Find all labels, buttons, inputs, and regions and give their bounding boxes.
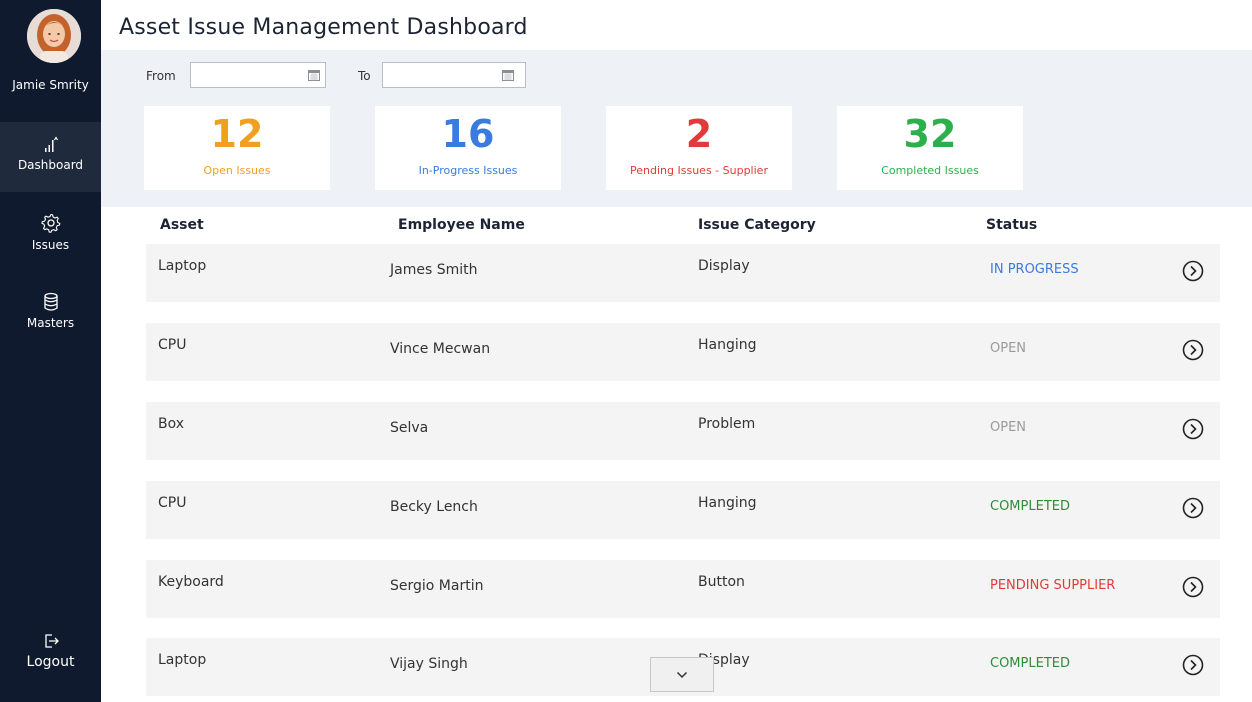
column-header-category: Issue Category [698,217,816,233]
bar-chart-icon [44,136,58,152]
from-date-input[interactable] [190,62,326,88]
chevron-circle-right-icon[interactable] [1182,418,1204,440]
logout-icon [44,634,59,648]
page-title: Asset Issue Management Dashboard [119,15,528,40]
cell-category: Problem [698,416,756,432]
stat-card-pending-supplier[interactable]: 2 Pending Issues - Supplier [606,106,792,190]
sidebar-item-label: Dashboard [17,158,84,172]
chevron-circle-right-icon[interactable] [1182,576,1204,598]
status-badge: IN PROGRESS [990,262,1079,277]
database-icon [43,292,58,311]
cell-category: Hanging [698,337,757,353]
stat-label: In-Progress Issues [418,164,518,177]
stat-label: Pending Issues - Supplier [630,164,768,177]
cell-employee: Becky Lench [390,499,478,515]
chevron-circle-right-icon[interactable] [1182,260,1204,282]
stat-card-completed[interactable]: 32 Completed Issues [837,106,1023,190]
calendar-icon[interactable] [502,69,514,81]
table-row[interactable]: Box Selva Problem OPEN [146,402,1220,460]
stat-value: 12 [210,112,264,156]
sidebar-item-dashboard[interactable]: Dashboard [0,122,101,192]
stat-value: 16 [441,112,495,156]
logout-label: Logout [26,654,75,670]
status-badge: COMPLETED [990,656,1070,671]
stat-label: Open Issues [203,164,271,177]
stat-card-open[interactable]: 12 Open Issues [144,106,330,190]
sidebar-item-label: Issues [31,238,70,252]
cell-category: Button [698,574,745,590]
column-header-status: Status [986,217,1038,233]
cell-asset: Keyboard [158,574,224,590]
status-badge: PENDING SUPPLIER [990,578,1116,593]
stat-card-in-progress[interactable]: 16 In-Progress Issues [375,106,561,190]
cell-employee: Sergio Martin [390,578,484,594]
cell-employee: Selva [390,420,429,436]
cell-category: Hanging [698,495,757,511]
cell-employee: James Smith [390,262,478,278]
stat-label: Completed Issues [881,164,979,177]
chevron-circle-right-icon[interactable] [1182,654,1204,676]
chevron-circle-right-icon[interactable] [1182,497,1204,519]
cell-asset: Box [158,416,185,432]
status-badge: COMPLETED [990,499,1070,514]
cell-asset: Laptop [158,652,207,668]
table-row[interactable]: Laptop James Smith Display IN PROGRESS [146,244,1220,302]
cell-asset: CPU [158,495,187,511]
stat-value: 2 [685,112,713,156]
table-row[interactable]: Keyboard Sergio Martin Button PENDING SU… [146,560,1220,618]
scroll-down-button[interactable] [650,657,714,692]
cell-asset: CPU [158,337,187,353]
stat-value: 32 [903,112,957,156]
sidebar-item-label: Masters [26,316,75,330]
column-header-employee: Employee Name [398,217,525,233]
calendar-icon[interactable] [308,69,320,81]
cell-employee: Vijay Singh [390,656,468,672]
status-badge: OPEN [990,420,1027,435]
sidebar-item-issues[interactable]: Issues [0,212,101,252]
avatar[interactable] [27,9,81,63]
chevron-circle-right-icon[interactable] [1182,339,1204,361]
cell-category: Display [698,258,750,274]
status-badge: OPEN [990,341,1027,356]
from-label: From [146,69,176,83]
to-label: To [358,69,371,83]
sidebar: Jamie Smrity Dashboard Issues Masters Lo… [0,0,101,702]
logout-button[interactable]: Logout [0,632,101,670]
column-header-asset: Asset [160,217,204,233]
table-row[interactable]: CPU Becky Lench Hanging COMPLETED [146,481,1220,539]
cell-asset: Laptop [158,258,207,274]
user-name: Jamie Smrity [12,78,89,92]
chevron-down-icon [676,671,688,678]
sidebar-item-masters[interactable]: Masters [0,292,101,330]
table-row[interactable]: CPU Vince Mecwan Hanging OPEN [146,323,1220,381]
gear-icon [40,213,60,233]
cell-employee: Vince Mecwan [390,341,491,357]
